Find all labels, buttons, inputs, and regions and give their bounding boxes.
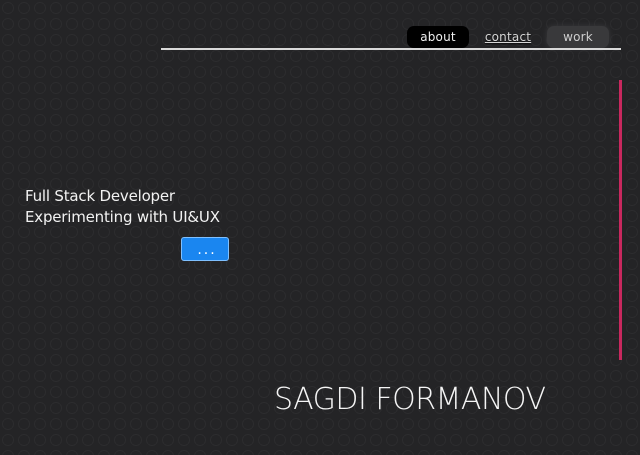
nav-contact-link[interactable]: contact [477, 26, 539, 48]
owner-name: SAGDI FORMANOV [274, 382, 546, 417]
nav-work-link[interactable]: work [547, 26, 609, 48]
hero-tagline: Full Stack Developer Experimenting with … [25, 186, 220, 228]
tagline-line-1: Full Stack Developer [25, 187, 175, 205]
nav-about-link[interactable]: about [407, 26, 469, 48]
tagline-line-2: Experimenting with UI&UX [25, 208, 220, 226]
nav-divider [161, 48, 621, 50]
more-button[interactable]: ... [181, 237, 229, 261]
main-nav: about contact work [407, 26, 609, 48]
accent-side-bar [619, 80, 622, 360]
